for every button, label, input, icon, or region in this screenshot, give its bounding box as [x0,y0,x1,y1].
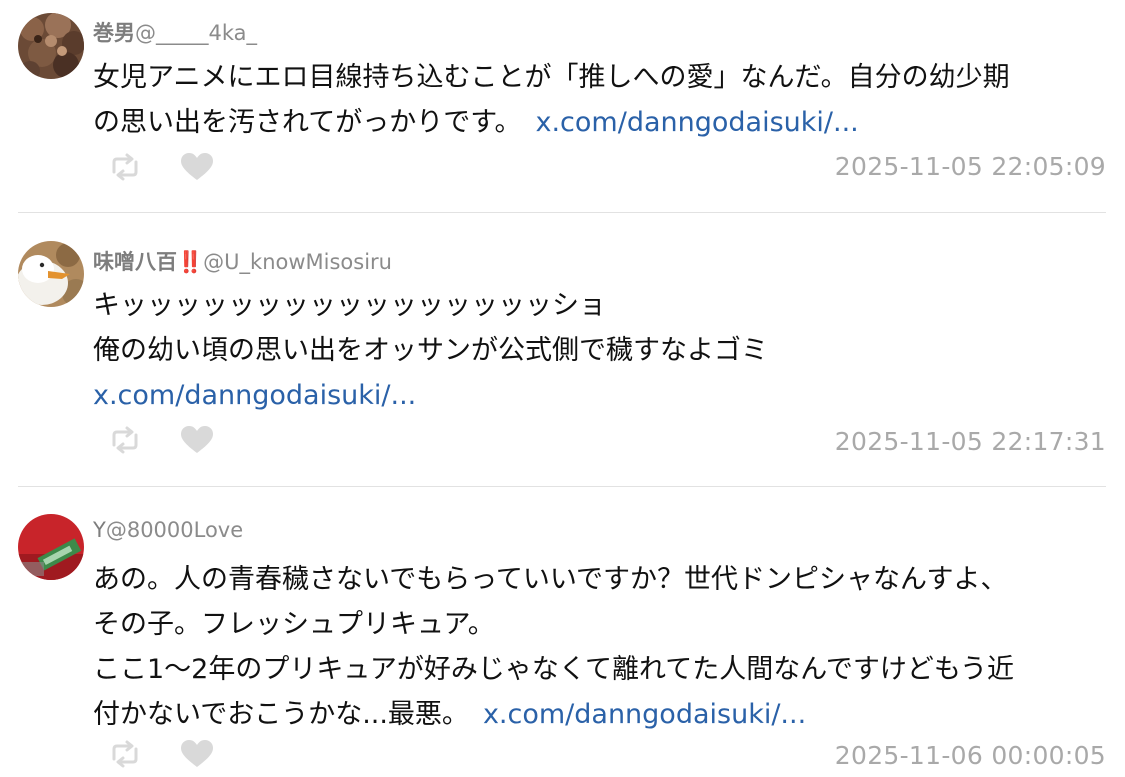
red-sign-avatar-icon [18,514,84,580]
retweet-icon[interactable] [108,425,142,455]
post-text-line: ここ1〜2年のプリキュアが好みじゃなくて離れてた人間なんですけどもう近 [93,654,1015,685]
retweet-icon[interactable] [108,152,142,182]
brown-fur-avatar-icon [18,13,84,79]
post-timestamp: 2025-11-06 00:00:05 [834,741,1106,770]
post-text: 女児アニメにエロ目線持ち込むことが「推しへの愛」なんだ。自分の幼少期 の思い出を… [93,55,1107,145]
duck-avatar-icon [18,241,84,307]
user-handle[interactable]: @U_knowMisosiru [203,250,392,274]
user-handle[interactable]: @80000Love [106,518,243,542]
post-text-line: その子。フレッシュプリキュア。 [93,609,495,640]
display-name[interactable]: Y [93,518,106,542]
post-text-line: 俺の幼い頃の思い出をオッサンが公式側で穢すなよゴミ [93,335,768,366]
post-text-segment: 付かないでおこうかな...最悪。 [93,699,469,730]
post-text-line: 女児アニメにエロ目線持ち込むことが「推しへの愛」なんだ。自分の幼少期 [93,62,1010,93]
display-name[interactable]: 味噌八百 [93,250,177,274]
post-timestamp: 2025-11-05 22:17:31 [834,427,1106,456]
heart-icon[interactable] [180,152,214,182]
post-link[interactable]: x.com/danngodaisuki/... [93,380,416,411]
post-link[interactable]: x.com/danngodaisuki/... [483,699,806,730]
post-text-line: x.com/danngodaisuki/... [93,373,1107,418]
user-avatar[interactable] [18,514,84,580]
display-name[interactable]: 巻男 [93,21,135,45]
post-text-segment: の思い出を汚されてがっかりです。 [93,107,522,138]
post-item: 巻男@_____4ka_ 女児アニメにエロ目線持ち込むことが「推しへの愛」なんだ… [0,0,1125,212]
post-link[interactable]: x.com/danngodaisuki/... [536,107,859,138]
user-avatar[interactable] [18,13,84,79]
user-line: Y@80000Love [93,518,243,542]
user-line: 巻男@_____4ka_ [93,17,257,47]
post-text-line: の思い出を汚されてがっかりです。 x.com/danngodaisuki/... [93,100,1107,145]
retweet-icon[interactable] [108,739,142,769]
heart-icon[interactable] [180,425,214,455]
post-text: あの。人の青春穢さないでもらっていいですか？世代ドンピシャなんすよ、 その子。フ… [93,557,1107,737]
post-text-line: 付かないでおこうかな...最悪。 x.com/danngodaisuki/... [93,692,1107,737]
user-line: 味噌八百‼️@U_knowMisosiru [93,246,392,276]
name-badge: ‼️ [177,250,204,274]
post-item: Y@80000Love あの。人の青春穢さないでもらっていいですか？世代ドンピシ… [0,487,1125,777]
post-text-line: あの。人の青春穢さないでもらっていいですか？世代ドンピシャなんすよ、 [93,564,1008,595]
post-timestamp: 2025-11-05 22:05:09 [834,152,1106,181]
post-text: キッッッッッッッッッッッッッッッッショ 俺の幼い頃の思い出をオッサンが公式側で穢… [93,283,1107,418]
post-text-line: キッッッッッッッッッッッッッッッッショ [93,290,606,321]
heart-icon[interactable] [180,739,214,769]
user-avatar[interactable] [18,241,84,307]
user-handle[interactable]: @_____4ka_ [135,21,257,45]
comment-feed: 巻男@_____4ka_ 女児アニメにエロ目線持ち込むことが「推しへの愛」なんだ… [0,0,1125,777]
post-item: 味噌八百‼️@U_knowMisosiru キッッッッッッッッッッッッッッッッシ… [0,213,1125,486]
